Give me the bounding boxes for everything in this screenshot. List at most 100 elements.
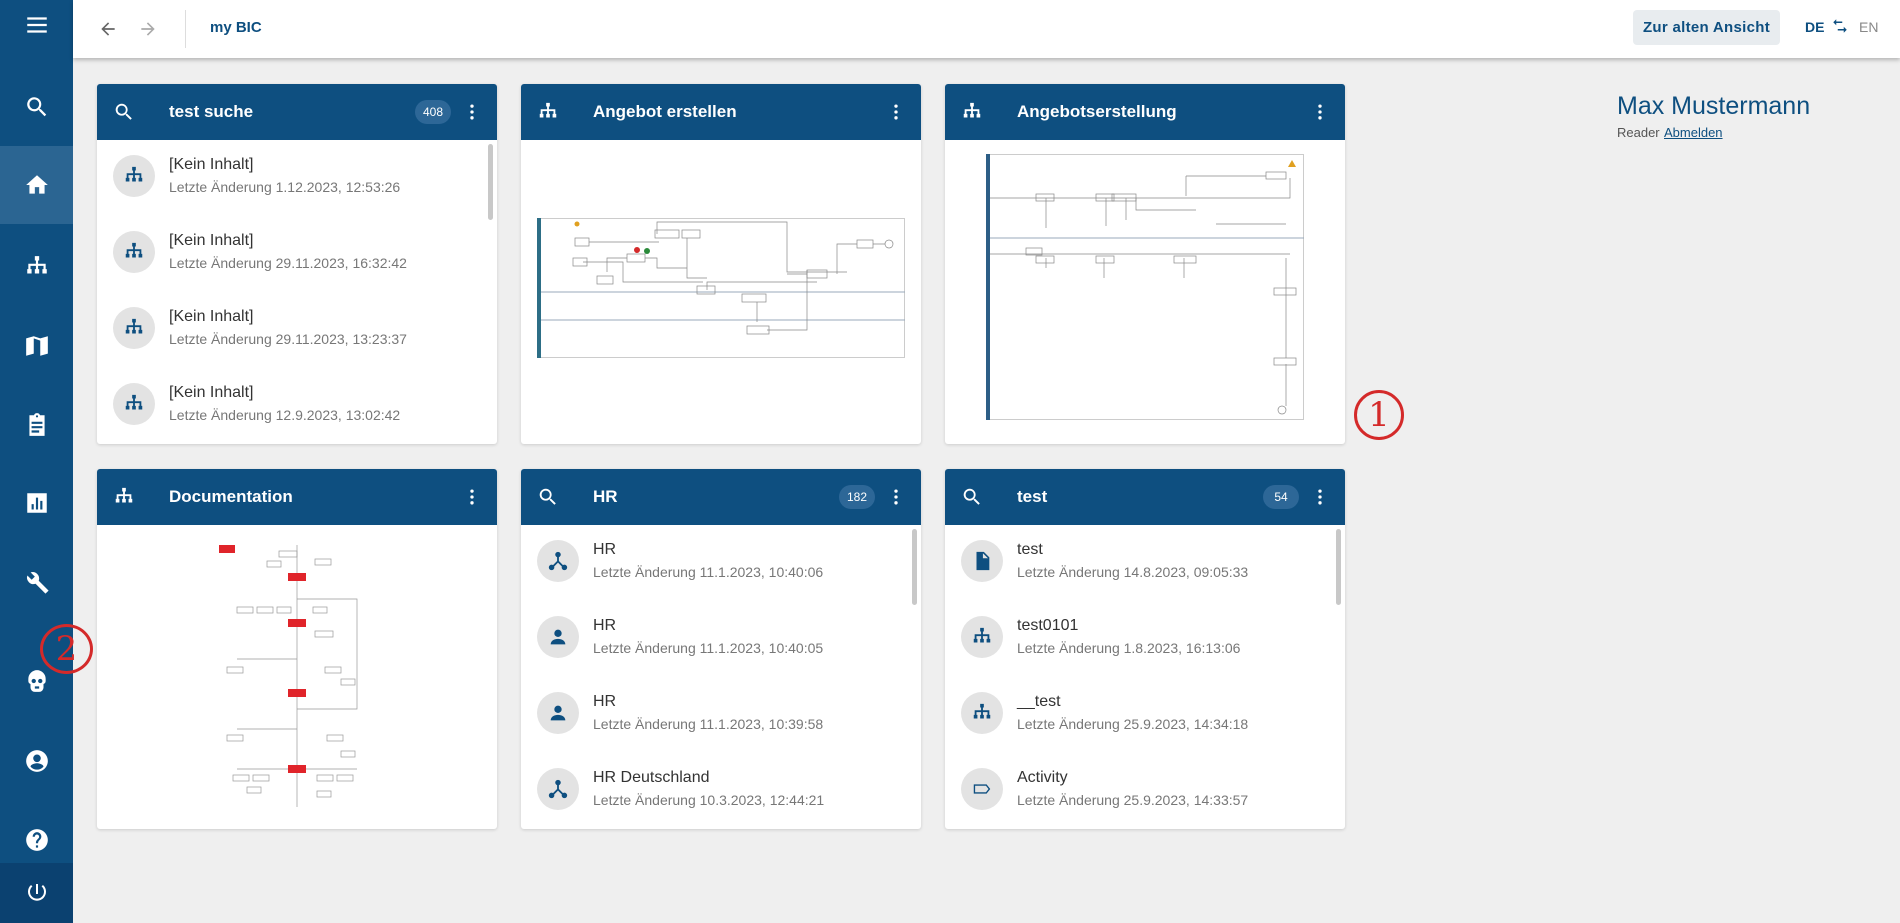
result-count-badge: 182 — [839, 485, 875, 509]
language-en[interactable]: EN — [1859, 19, 1878, 35]
help-icon — [25, 829, 48, 851]
scrollbar[interactable] — [1336, 529, 1341, 605]
card-hr: HR 182 HR Letzte Änderung 11.1.2023, 10:… — [521, 469, 921, 829]
person-icon — [537, 616, 579, 658]
activity-icon — [961, 768, 1003, 810]
more-vert-icon — [886, 487, 906, 507]
card-header: HR 182 — [521, 469, 921, 525]
card-title[interactable]: Angebot erstellen — [593, 102, 737, 122]
top-bar: my BIC Zur alten Ansicht DE EN — [73, 0, 1900, 58]
list-item-title: __test — [1017, 693, 1061, 710]
hierarchy-icon — [113, 231, 155, 273]
list-item[interactable]: test0101 Letzte Änderung 1.8.2023, 16:13… — [945, 601, 1335, 677]
process-diagram-preview[interactable] — [521, 140, 921, 444]
account-icon — [25, 750, 48, 772]
annotation-marker-2: 2 — [40, 624, 93, 674]
card-title[interactable]: test — [1017, 487, 1047, 507]
list-item[interactable]: HR Letzte Änderung 11.1.2023, 10:39:58 — [521, 677, 911, 753]
user-role: Reader — [1617, 125, 1660, 140]
scrollbar[interactable] — [488, 144, 493, 220]
list-item-title: [Kein Inhalt] — [169, 232, 254, 249]
chart-icon — [26, 493, 47, 513]
more-vert-icon — [1310, 102, 1330, 122]
sidebar-item-processes[interactable] — [0, 228, 73, 306]
search-icon — [113, 101, 135, 123]
more-vert-icon — [462, 102, 482, 122]
list-item[interactable]: HR Letzte Änderung 11.1.2023, 10:40:06 — [521, 525, 911, 601]
list-item[interactable]: __test Letzte Änderung 25.9.2023, 14:34:… — [945, 677, 1335, 753]
list-item[interactable]: [Kein Inhalt] Letzte Änderung 12.9.2023,… — [97, 368, 487, 444]
hierarchy-icon — [961, 692, 1003, 734]
card-title[interactable]: Angebotserstellung — [1017, 102, 1177, 122]
list-item-subtitle: Letzte Änderung 29.11.2023, 16:32:42 — [169, 255, 407, 271]
list-item[interactable]: [Kein Inhalt] Letzte Änderung 29.11.2023… — [97, 292, 487, 368]
list-item-subtitle: Letzte Änderung 11.1.2023, 10:40:05 — [593, 640, 824, 656]
list-item-title: HR — [593, 617, 617, 634]
hierarchy-icon — [24, 254, 50, 280]
card-menu-button[interactable] — [461, 101, 483, 123]
list-item-subtitle: Letzte Änderung 11.1.2023, 10:39:58 — [593, 716, 824, 732]
list-item[interactable]: test Letzte Änderung 14.8.2023, 09:05:33 — [945, 525, 1335, 601]
process-diagram-thumbnail — [986, 154, 1304, 420]
result-list: test Letzte Änderung 14.8.2023, 09:05:33… — [945, 525, 1345, 829]
old-view-button[interactable]: Zur alten Ansicht — [1633, 10, 1780, 45]
hierarchy-icon — [537, 101, 559, 123]
list-item-subtitle: Letzte Änderung 1.12.2023, 12:53:26 — [169, 179, 401, 195]
process-diagram-preview[interactable] — [97, 525, 497, 829]
annotation-marker-1: 1 — [1354, 390, 1404, 440]
scrollbar[interactable] — [912, 529, 917, 605]
card-menu-button[interactable] — [461, 486, 483, 508]
list-item-title: [Kein Inhalt] — [169, 156, 254, 173]
card-title[interactable]: test suche — [169, 102, 253, 122]
sidebar-item-reports[interactable] — [0, 464, 73, 542]
list-item[interactable]: HR Letzte Änderung 11.1.2023, 10:40:05 — [521, 601, 911, 677]
card-test: test 54 test Letzte Änderung 14.8.2023, … — [945, 469, 1345, 829]
user-name: Max Mustermann — [1617, 92, 1811, 120]
sidebar-item-tasks[interactable] — [0, 386, 73, 464]
list-item-subtitle: Letzte Änderung 14.8.2023, 09:05:33 — [1017, 564, 1249, 580]
list-item-subtitle: Letzte Änderung 29.11.2023, 13:23:37 — [169, 331, 407, 347]
card-header: Angebot erstellen — [521, 84, 921, 140]
list-item-subtitle: Letzte Änderung 10.3.2023, 12:44:21 — [593, 792, 825, 808]
sidebar-item-library[interactable] — [0, 307, 73, 385]
breadcrumb[interactable]: my BIC — [210, 19, 262, 36]
home-icon — [25, 175, 48, 194]
hierarchy-icon — [961, 101, 983, 123]
card-menu-button[interactable] — [885, 101, 907, 123]
arrow-right-icon — [141, 22, 155, 36]
card-menu-button[interactable] — [1309, 486, 1331, 508]
hierarchy-icon — [113, 383, 155, 425]
card-header: test 54 — [945, 469, 1345, 525]
result-count-badge: 54 — [1263, 485, 1299, 509]
org-icon — [537, 768, 579, 810]
logout-power-button[interactable] — [0, 863, 73, 923]
list-item-title: [Kein Inhalt] — [169, 384, 254, 401]
card-angebot-erstellen: Angebot erstellen — [521, 84, 921, 444]
search-icon — [961, 486, 983, 508]
card-title[interactable]: Documentation — [169, 487, 293, 507]
list-item[interactable]: Activity Letzte Änderung 25.9.2023, 14:3… — [945, 753, 1335, 829]
sidebar-item-search[interactable] — [0, 68, 73, 146]
card-title[interactable]: HR — [593, 487, 618, 507]
list-item[interactable]: [Kein Inhalt] Letzte Änderung 29.11.2023… — [97, 216, 487, 292]
swap-icon[interactable] — [1831, 17, 1849, 35]
result-list: [Kein Inhalt] Letzte Änderung 1.12.2023,… — [97, 140, 497, 444]
process-diagram-preview[interactable] — [945, 140, 1345, 444]
sidebar-item-home[interactable] — [0, 146, 73, 224]
sidebar-item-tools[interactable] — [0, 544, 73, 622]
list-item-title: HR — [593, 541, 617, 558]
list-item-title: test — [1017, 541, 1043, 558]
menu-button[interactable] — [0, 0, 73, 50]
more-vert-icon — [886, 102, 906, 122]
sidebar-item-account[interactable] — [0, 722, 73, 800]
back-button[interactable] — [93, 14, 123, 44]
language-de[interactable]: DE — [1805, 19, 1824, 35]
card-menu-button[interactable] — [1309, 101, 1331, 123]
list-item[interactable]: [Kein Inhalt] Letzte Änderung 1.12.2023,… — [97, 140, 487, 216]
forward-button[interactable] — [133, 14, 163, 44]
card-menu-button[interactable] — [885, 486, 907, 508]
logout-link[interactable]: Abmelden — [1664, 125, 1723, 140]
robot-icon — [27, 670, 46, 692]
list-item[interactable]: HR Deutschland Letzte Änderung 10.3.2023… — [521, 753, 911, 829]
list-item-title: test0101 — [1017, 617, 1079, 634]
